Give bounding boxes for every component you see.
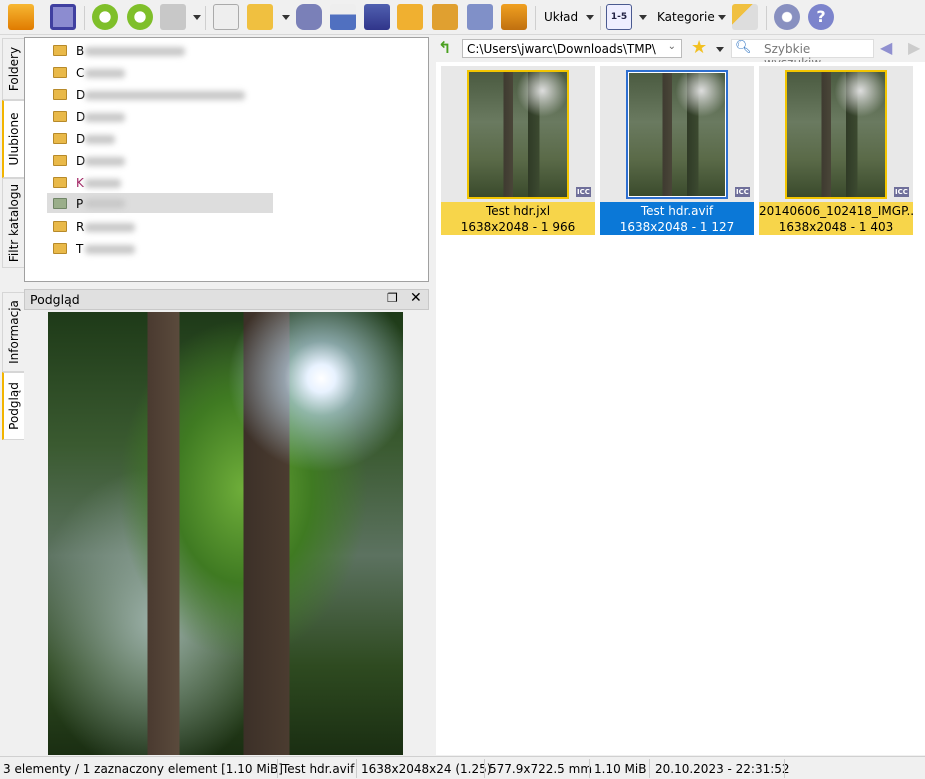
tab-foldery[interactable]: Foldery	[2, 38, 24, 100]
thumbnail-image	[467, 70, 569, 199]
preview-title: Podgląd	[30, 292, 80, 307]
status-print-size: 577.9x722.5 mm	[489, 762, 593, 776]
fullscreen-icon[interactable]	[50, 4, 76, 30]
icc-badge: ICC	[894, 187, 909, 197]
folder-star-icon	[53, 111, 67, 122]
tree-item[interactable]: D	[49, 129, 249, 149]
tab-podglad[interactable]: Podgląd	[2, 372, 24, 440]
search-binoculars-icon[interactable]	[296, 4, 322, 30]
layout-menu[interactable]: Układ	[544, 10, 578, 24]
thumbnail-info: 1638x2048 - 1 966	[460, 220, 576, 234]
rotate-right-icon[interactable]	[127, 4, 153, 30]
rating-icon[interactable]: 1-5	[606, 4, 632, 30]
folder-star-icon	[53, 45, 67, 56]
tree-item[interactable]: B	[49, 41, 249, 61]
tab-ulubione[interactable]: Ulubione	[2, 100, 24, 178]
tree-item[interactable]: C	[49, 63, 249, 83]
browse-icon[interactable]	[8, 4, 34, 30]
transform-icon[interactable]	[160, 4, 186, 30]
toolbar: Układ 1-5 Kategorie ?	[0, 0, 925, 35]
folder-star-icon	[53, 133, 67, 144]
address-bar: ↰ C:\Users\jwarc\Downloads\TMP\ ⌄ ★ 🔍︎ S…	[436, 37, 925, 70]
thumbnail-info: 1638x2048 - 1 127	[619, 220, 735, 234]
thumbnail-image	[785, 70, 887, 199]
icc-badge: ICC	[576, 187, 591, 197]
folder-star-icon	[53, 155, 67, 166]
categories-menu[interactable]: Kategorie	[657, 10, 715, 24]
thumbnail-item-selected[interactable]: ICC Test hdr.avif 1638x2048 - 1 127	[600, 66, 754, 235]
thumbnail-item[interactable]: ICC 20140606_102418_IMGP... 1638x2048 - 1…	[759, 66, 913, 235]
thumbnail-name: Test hdr.avif	[640, 204, 714, 218]
path-input[interactable]: C:\Users\jwarc\Downloads\TMP\ ⌄	[462, 39, 682, 58]
thumbnail-item[interactable]: ICC Test hdr.jxl 1638x2048 - 1 966	[441, 66, 595, 235]
rotate-left-icon[interactable]	[92, 4, 118, 30]
folder-star-icon	[53, 89, 67, 100]
status-file-size: 1.10 MiB	[594, 762, 647, 776]
status-count: 3 elementy / 1 zaznaczony element [1.10 …	[3, 762, 283, 776]
thumbnail-name: 20140606_102418_IMGP...	[759, 204, 913, 218]
thumbnail-image	[626, 70, 728, 199]
folder-star-icon	[53, 198, 67, 209]
convert-icon[interactable]	[397, 4, 423, 30]
settings-gear-icon[interactable]	[774, 4, 800, 30]
tree-item-selected[interactable]: P	[47, 193, 273, 213]
print-icon[interactable]	[330, 4, 356, 30]
tree-item[interactable]: K	[49, 173, 249, 193]
help-icon[interactable]: ?	[808, 4, 834, 30]
thumbnail-grid: ICC Test hdr.jxl 1638x2048 - 1 966 ICC Te…	[436, 62, 925, 755]
status-dimensions: 1638x2048x24 (1.25)	[361, 762, 492, 776]
status-date: 20.10.2023 - 22:31:52	[655, 762, 790, 776]
thumbnail-info: 1638x2048 - 1 403	[778, 220, 894, 234]
undock-icon[interactable]: ❐	[387, 291, 398, 305]
tree-item[interactable]: R	[49, 217, 249, 237]
folder-star-icon	[53, 177, 67, 188]
search-icon: 🔍︎	[735, 40, 752, 55]
chevron-down-icon[interactable]: ⌄	[668, 41, 676, 52]
folder-star-icon	[53, 67, 67, 78]
status-bar: 3 elementy / 1 zaznaczony element [1.10 …	[0, 756, 925, 779]
back-arrow-icon[interactable]: ◀	[880, 38, 892, 57]
tree-item[interactable]: D	[49, 151, 249, 171]
tree-item[interactable]: D	[49, 85, 249, 105]
favorite-star-icon[interactable]: ★	[691, 37, 707, 58]
preview-image	[48, 312, 403, 755]
categories-tree-icon[interactable]	[732, 4, 758, 30]
favorites-tree: B C D D D D K P R T	[24, 37, 429, 282]
batch-convert-icon[interactable]	[432, 4, 458, 30]
preview-panel-header: Podgląd ❐ ✕	[24, 289, 429, 310]
folder-star-icon	[53, 243, 67, 254]
close-icon[interactable]: ✕	[410, 290, 422, 306]
tree-item[interactable]: D	[49, 107, 249, 127]
status-filename: Test hdr.avif	[282, 762, 355, 776]
scanner-icon[interactable]	[364, 4, 390, 30]
capture-icon[interactable]	[467, 4, 493, 30]
slideshow-icon[interactable]	[501, 4, 527, 30]
copy-to-icon[interactable]	[247, 4, 273, 30]
icc-badge: ICC	[735, 187, 750, 197]
quick-search-input[interactable]: 🔍︎ Szybkie wyszukiw...	[731, 39, 874, 70]
tab-informacja[interactable]: Informacja	[2, 292, 24, 372]
tab-filtr-katalogu[interactable]: Filtr katalogu	[2, 178, 24, 268]
tree-item[interactable]: T	[49, 239, 249, 259]
thumbnail-name: Test hdr.jxl	[485, 204, 551, 218]
folder-star-icon	[53, 221, 67, 232]
forward-arrow-icon[interactable]: ▶	[908, 38, 920, 57]
up-folder-icon[interactable]: ↰	[438, 38, 451, 57]
info-icon[interactable]	[213, 4, 239, 30]
